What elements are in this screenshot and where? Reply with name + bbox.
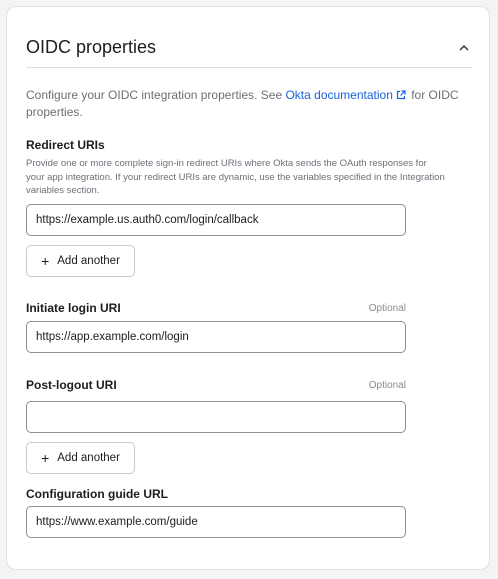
section-description: Configure your OIDC integration properti… [26, 87, 466, 120]
section-title: OIDC properties [26, 36, 157, 57]
external-link-icon [396, 88, 406, 104]
initiate-login-uri-input[interactable] [26, 321, 406, 353]
initiate-login-uri-label: Initiate login URI [26, 301, 121, 315]
post-logout-uri-input[interactable] [26, 401, 406, 433]
plus-icon: + [41, 450, 50, 466]
intro-text: Configure your OIDC integration properti… [26, 88, 286, 102]
plus-icon: + [41, 253, 50, 269]
header-divider [26, 67, 472, 68]
section-header[interactable]: OIDC properties [26, 27, 472, 67]
redirect-uris-label: Redirect URIs [26, 138, 105, 152]
initiate-login-optional: Optional [368, 303, 406, 314]
redirect-uris-help: Provide one or more complete sign-in red… [26, 158, 445, 196]
configuration-guide-url-input[interactable] [26, 506, 406, 538]
post-logout-uri-label: Post-logout URI [26, 378, 117, 392]
okta-documentation-link[interactable]: Okta documentation [285, 88, 392, 102]
add-redirect-uri-label: Add another [57, 255, 120, 267]
configuration-guide-url-label: Configuration guide URL [26, 487, 168, 501]
redirect-uri-input[interactable] [26, 204, 406, 236]
add-post-logout-uri-label: Add another [57, 452, 120, 464]
chevron-up-icon[interactable] [456, 39, 472, 55]
add-redirect-uri-button[interactable]: + Add another [26, 245, 135, 277]
oidc-properties-panel: OIDC properties Configure your OIDC inte… [6, 6, 490, 570]
add-post-logout-uri-button[interactable]: + Add another [26, 442, 135, 474]
post-logout-optional: Optional [368, 380, 406, 391]
